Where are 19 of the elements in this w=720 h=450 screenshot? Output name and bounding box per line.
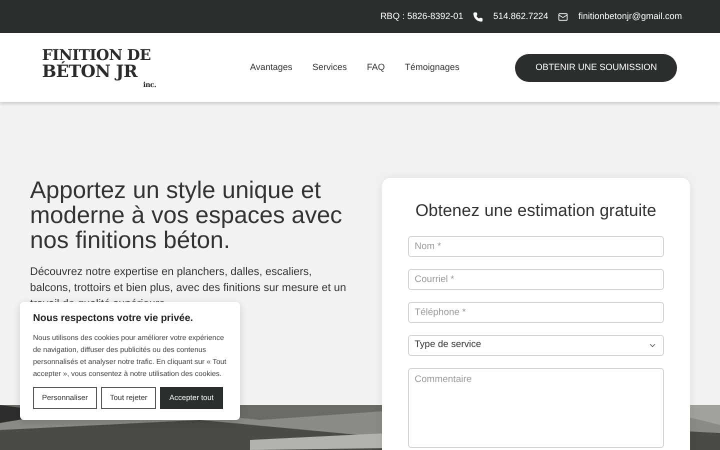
mail-icon xyxy=(558,12,568,22)
nav-link[interactable]: Services xyxy=(312,60,347,74)
text-field[interactable]: Nom * xyxy=(408,236,664,257)
nav-link[interactable]: Avantages xyxy=(250,60,292,74)
text-field[interactable]: Téléphone * xyxy=(408,302,664,323)
form-title: Obtenez une estimation gratuite xyxy=(414,200,658,222)
email-link[interactable]: finitionbetonjr@gmail.com xyxy=(578,10,682,24)
text-field[interactable]: Courriel * xyxy=(408,269,664,290)
hero-title: Apportez un style unique et moderne à vos espaces avec nos finitions béton. xyxy=(30,178,344,253)
rbq-number: RBQ : 5826-8392-01 xyxy=(380,10,464,23)
nav-link[interactable]: Témoignages xyxy=(404,60,460,74)
phone-link[interactable]: 514.862.7224 xyxy=(493,10,548,24)
comment-field[interactable]: Commentaire xyxy=(408,368,664,448)
cookie-title: Nous respectons votre vie privée. xyxy=(33,312,194,326)
service-select[interactable]: Type de service xyxy=(408,335,664,356)
chevron-icon xyxy=(648,341,657,350)
quote-button[interactable]: OBTENIR UNE SOUMISSION xyxy=(515,54,677,82)
phone-icon xyxy=(473,12,484,22)
nav-link[interactable]: FAQ xyxy=(366,60,385,74)
